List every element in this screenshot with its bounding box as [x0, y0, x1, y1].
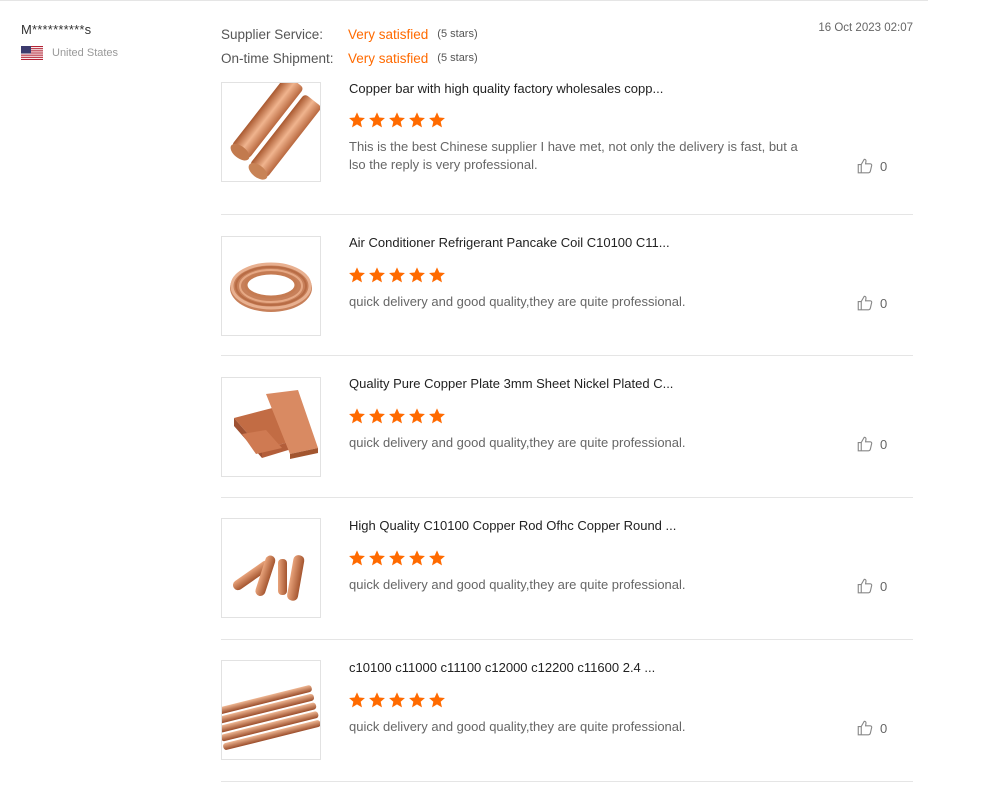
like-button[interactable]: 0 [856, 157, 887, 175]
star-icon [349, 267, 365, 283]
item-comment: This is the best Chinese supplier I have… [349, 139, 798, 172]
item-comment: quick delivery and good quality,they are… [349, 719, 686, 734]
item-title[interactable]: Air Conditioner Refrigerant Pancake Coil… [349, 235, 670, 250]
rating-ontime-shipment: On-time Shipment: Very satisfied (5 star… [221, 46, 478, 70]
star-icon [369, 550, 385, 566]
supplier-ratings: Supplier Service: Very satisfied (5 star… [221, 22, 478, 70]
star-icon [409, 550, 425, 566]
star-icon [349, 692, 365, 708]
star-icon [369, 692, 385, 708]
item-stars [348, 407, 446, 425]
item-stars [348, 691, 446, 709]
star-icon [409, 112, 425, 128]
item-comment: quick delivery and good quality,they are… [349, 294, 686, 309]
copper-rod-image[interactable] [221, 518, 321, 618]
star-icon [349, 112, 365, 128]
rating-stars-text: (5 stars) [437, 28, 478, 40]
star-icon [409, 267, 425, 283]
item-comment: quick delivery and good quality,they are… [349, 577, 686, 592]
rating-supplier-service: Supplier Service: Very satisfied (5 star… [221, 22, 478, 46]
star-icon [369, 267, 385, 283]
copper-bar-image[interactable] [221, 82, 321, 182]
list-item: c10100 c11000 c11100 c12000 c12200 c1160… [221, 640, 913, 782]
star-icon [349, 408, 365, 424]
star-icon [429, 692, 445, 708]
reviewer-info: M**********s United States [21, 22, 118, 60]
thumbs-up-icon [857, 578, 873, 594]
star-icon [389, 692, 405, 708]
star-icon [349, 550, 365, 566]
item-comment: quick delivery and good quality,they are… [349, 435, 686, 450]
copper-coil-image[interactable] [221, 236, 321, 336]
star-icon [369, 408, 385, 424]
top-divider [0, 0, 928, 1]
us-flag-icon [21, 46, 43, 60]
star-icon [429, 112, 445, 128]
item-stars [348, 266, 446, 284]
rating-label: On-time Shipment: [221, 50, 334, 66]
item-stars [348, 111, 446, 129]
like-button[interactable]: 0 [856, 435, 887, 453]
list-item: Copper bar with high quality factory who… [221, 75, 913, 215]
list-item: High Quality C10100 Copper Rod Ofhc Copp… [221, 498, 913, 640]
like-count: 0 [880, 578, 888, 594]
thumbs-up-icon [857, 158, 873, 174]
copper-bars-bundle-image[interactable] [221, 660, 321, 760]
list-item: Air Conditioner Refrigerant Pancake Coil… [221, 215, 913, 356]
star-icon [409, 692, 425, 708]
like-count: 0 [880, 436, 888, 452]
star-icon [389, 267, 405, 283]
review-date: 16 Oct 2023 02:07 [818, 22, 913, 34]
like-count: 0 [880, 295, 888, 311]
rating-stars-text: (5 stars) [437, 52, 478, 64]
star-icon [389, 550, 405, 566]
rating-label: Supplier Service: [221, 26, 324, 42]
item-title[interactable]: High Quality C10100 Copper Rod Ofhc Copp… [349, 518, 676, 533]
rating-value: Very satisfied [348, 26, 429, 42]
like-button[interactable]: 0 [856, 294, 887, 312]
star-icon [389, 112, 405, 128]
item-title[interactable]: Copper bar with high quality factory who… [349, 81, 663, 96]
list-item: Quality Pure Copper Plate 3mm Sheet Nick… [221, 356, 913, 498]
star-icon [429, 550, 445, 566]
thumbs-up-icon [857, 720, 873, 736]
rating-value: Very satisfied [348, 50, 429, 66]
copper-plate-image[interactable] [221, 377, 321, 477]
like-button[interactable]: 0 [856, 719, 887, 737]
thumbs-up-icon [857, 295, 873, 311]
reviewer-name: M**********s [21, 22, 92, 37]
item-stars [348, 549, 446, 567]
star-icon [389, 408, 405, 424]
like-count: 0 [880, 158, 888, 174]
item-title[interactable]: Quality Pure Copper Plate 3mm Sheet Nick… [349, 376, 673, 391]
star-icon [429, 267, 445, 283]
star-icon [409, 408, 425, 424]
star-icon [429, 408, 445, 424]
reviewer-country: United States [21, 46, 118, 60]
item-title[interactable]: c10100 c11000 c11100 c12000 c12200 c1160… [349, 660, 655, 675]
like-count: 0 [880, 720, 888, 736]
like-button[interactable]: 0 [856, 577, 887, 595]
star-icon [369, 112, 385, 128]
thumbs-up-icon [857, 436, 873, 452]
country-name: United States [52, 47, 119, 59]
reviewed-items-list: Copper bar with high quality factory who… [221, 75, 913, 782]
